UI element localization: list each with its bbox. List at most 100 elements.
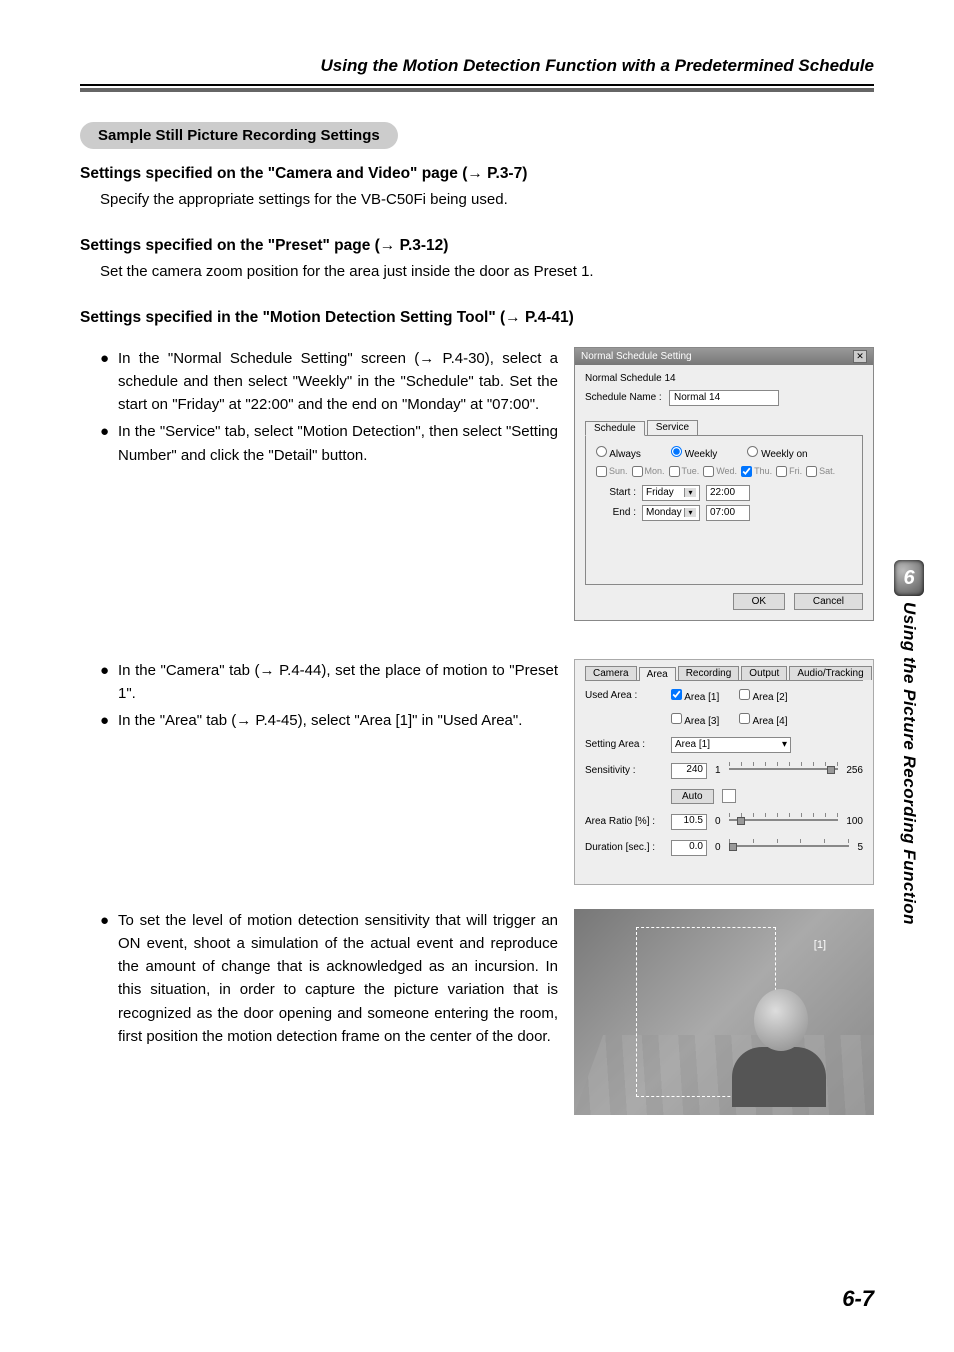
chk-wed[interactable]: Wed. [703,466,737,477]
sec3-heading-a: Settings specified in the "Motion Detect… [80,309,505,326]
chk-area1[interactable]: Area [1] [671,689,719,703]
tab-audio[interactable]: Audio/Tracking [789,666,871,680]
auto-indicator [722,789,736,803]
start-day-value: Friday [646,487,674,498]
day-mon: Mon. [645,466,665,476]
block3-bullet1: To set the level of motion detection sen… [118,909,558,1049]
start-time-input[interactable]: 22:00 [706,485,750,501]
bullet-icon: ● [100,659,118,706]
duration-slider[interactable] [729,845,850,851]
sec1-body: Specify the appropriate settings for the… [100,189,874,211]
start-day-select[interactable]: Friday ▾ [642,485,700,501]
ok-button[interactable]: OK [733,593,785,610]
area-settings-panel: Camera Area Recording Output Audio/Track… [574,659,874,885]
close-icon[interactable]: ✕ [853,350,867,363]
radio-always-label: Always [609,449,641,460]
end-label: End : [596,507,636,518]
block2-bullet2: In the "Area" tab (→ P.4-45), select "Ar… [118,709,558,732]
block1-bullet2: In the "Service" tab, select "Motion Det… [118,420,558,467]
duration-input[interactable]: 0.0 [671,840,707,856]
chapter-badge: 6 [894,560,924,596]
sec3-heading-b: P.4-41) [521,309,574,326]
tab-camera[interactable]: Camera [585,666,637,680]
section-pill: Sample Still Picture Recording Settings [80,122,398,149]
preview-person [724,977,834,1107]
end-time-input[interactable]: 07:00 [706,505,750,521]
sec2-heading-b: P.3-12) [395,237,448,254]
sec1-heading: Settings specified on the "Camera and Vi… [80,165,874,183]
setting-area-select[interactable]: Area [1]▾ [671,737,791,753]
schedule-dialog: Normal Schedule Setting ✕ Normal Schedul… [574,347,874,621]
sens-max: 256 [846,765,863,776]
area-ratio-input[interactable]: 10.5 [671,814,707,830]
motion-frame-label: [1] [814,939,826,951]
area2-label: Area [2] [753,692,788,703]
chk-fri[interactable]: Fri. [776,466,802,477]
block2-bullet1: In the "Camera" tab (→ P.4-44), set the … [118,659,558,706]
tab-output[interactable]: Output [741,666,787,680]
arrow-icon: → [467,165,483,182]
chapter-title-vertical: Using the Picture Recording Function [899,602,919,925]
end-day-select[interactable]: Monday▾ [642,505,700,521]
auto-button[interactable]: Auto [671,789,714,804]
bullet-icon: ● [100,420,118,467]
sec3-heading: Settings specified in the "Motion Detect… [80,309,874,327]
cancel-button[interactable]: Cancel [794,593,863,610]
ratio-max: 100 [846,816,863,827]
chk-area2[interactable]: Area [2] [739,689,787,703]
area-ratio-slider[interactable] [729,819,839,825]
chk-area3[interactable]: Area [3] [671,713,719,727]
sec1-heading-a: Settings specified on the "Camera and Vi… [80,165,467,182]
setting-area-label: Setting Area : [585,739,663,750]
header-rule [80,84,874,86]
bullet-icon: ● [100,909,118,1049]
sensitivity-slider[interactable] [729,768,839,774]
day-tue: Tue. [682,466,700,476]
chk-area4[interactable]: Area [4] [739,713,787,727]
radio-weekly[interactable]: Weekly [671,446,717,460]
start-label: Start : [596,487,636,498]
camera-preview: [1] [574,909,874,1115]
day-sun: Sun. [609,466,628,476]
area1-label: Area [1] [684,692,719,703]
area3-label: Area [3] [684,716,719,727]
arrow-icon: → [380,237,396,254]
dialog-subtitle: Normal Schedule 14 [585,373,863,384]
tab-schedule[interactable]: Schedule [585,421,645,436]
radio-always[interactable]: Always [596,446,641,460]
sec1-heading-b: P.3-7) [483,165,528,182]
end-day-value: Monday [646,507,682,518]
chk-tue[interactable]: Tue. [669,466,700,477]
tab-service[interactable]: Service [647,420,698,435]
schedule-name-label: Schedule Name : [585,392,663,403]
chk-sat[interactable]: Sat. [806,466,835,477]
ratio-min: 0 [715,816,721,827]
sens-min: 1 [715,765,721,776]
person-head [754,989,808,1051]
tab-recording[interactable]: Recording [678,666,740,680]
bullet-icon: ● [100,347,118,417]
day-sat: Sat. [819,466,835,476]
arrow-icon: → [505,309,521,326]
day-wed: Wed. [716,466,737,476]
sensitivity-input[interactable]: 240 [671,763,707,779]
sensitivity-label: Sensitivity : [585,765,663,776]
chevron-down-icon: ▾ [782,739,787,750]
chk-mon[interactable]: Mon. [632,466,665,477]
dialog-title: Normal Schedule Setting [581,351,692,362]
sec2-heading: Settings specified on the "Preset" page … [80,237,874,255]
sec2-body: Set the camera zoom position for the are… [100,261,874,283]
tab-area[interactable]: Area [639,667,676,681]
chk-thu[interactable]: Thu. [741,466,772,477]
chevron-down-icon: ▾ [684,508,696,517]
chevron-down-icon: ▾ [684,488,696,497]
chk-sun[interactable]: Sun. [596,466,628,477]
schedule-name-input[interactable]: Normal 14 [669,390,779,406]
page-header-title: Using the Motion Detection Function with… [80,56,874,76]
page-number: 6-7 [842,1286,874,1312]
sec2-heading-a: Settings specified on the "Preset" page … [80,237,380,254]
day-thu: Thu. [754,466,772,476]
radio-weekly-on[interactable]: Weekly on [747,446,807,460]
used-area-label: Used Area : [585,690,663,701]
bullet-icon: ● [100,709,118,732]
